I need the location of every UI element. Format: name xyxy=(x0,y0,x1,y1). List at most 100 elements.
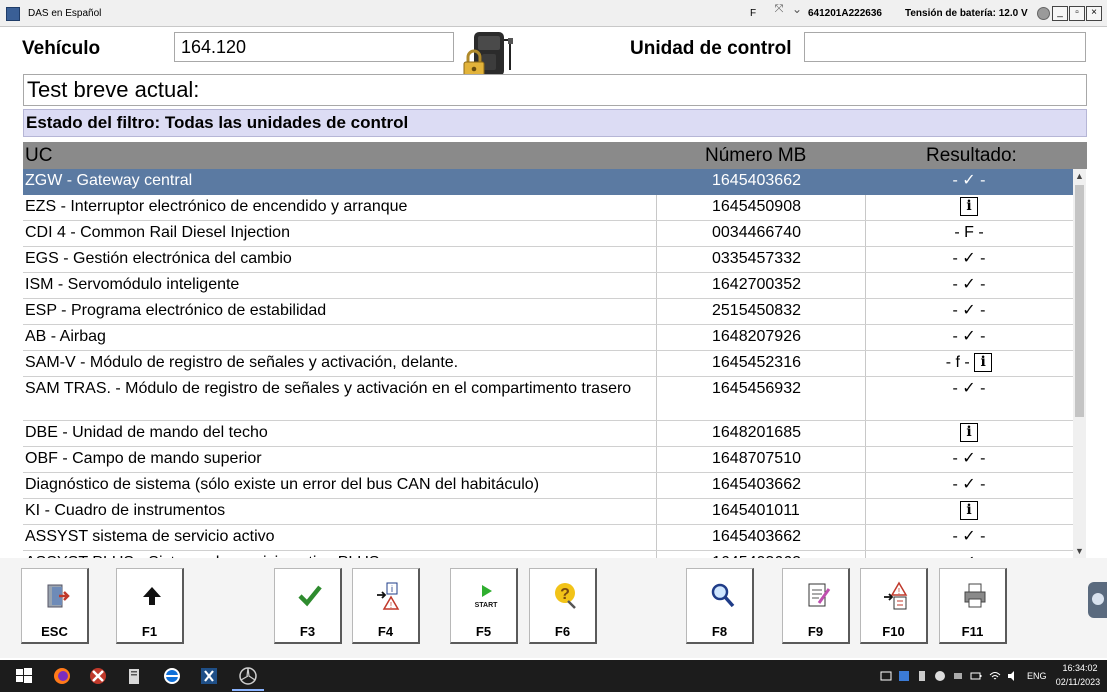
function-key-esc[interactable]: ESC xyxy=(21,568,89,644)
mb-number-text: 1645452316 xyxy=(712,354,801,371)
mb-number-text: 1645403662 xyxy=(712,172,801,189)
function-key-f11[interactable]: F11 xyxy=(939,568,1007,644)
tray-device-icon[interactable] xyxy=(916,670,928,682)
control-unit-field[interactable] xyxy=(804,32,1086,62)
firefox-icon[interactable] xyxy=(52,666,72,686)
table-row[interactable]: Diagnóstico de sistema (sólo existe un e… xyxy=(23,473,1073,499)
result-text: - ✓ - xyxy=(952,528,986,545)
teamviewer-icon[interactable] xyxy=(162,666,182,686)
table-row[interactable]: KI - Cuadro de instrumentos 1645401011 i xyxy=(23,499,1073,525)
minimize-button[interactable]: _ xyxy=(1052,6,1068,21)
table-row[interactable]: OBF - Campo de mando superior 1648707510 -… xyxy=(23,447,1073,473)
table-row[interactable]: SAM TRAS. - Módulo de registro de señale… xyxy=(23,377,1073,421)
result-cell: - f - i xyxy=(865,353,1073,373)
uc-name-cell: ISM - Servomódulo inteligente xyxy=(25,276,240,293)
uc-name-cell: ESP - Programa electrónico de estabilida… xyxy=(25,302,327,319)
mb-number-text: 1648201685 xyxy=(712,424,801,441)
info-icon[interactable]: i xyxy=(960,423,978,443)
uc-name-cell: AB - Airbag xyxy=(25,328,106,345)
windows-start-icon[interactable] xyxy=(14,666,34,686)
mercedes-star-icon[interactable] xyxy=(238,666,258,686)
clock-date[interactable]: 02/11/2023 xyxy=(1052,677,1104,687)
warning-document-icon: ! xyxy=(884,581,908,610)
result-text: - ✓ - xyxy=(952,302,986,319)
svg-text:i: i xyxy=(391,584,393,594)
notepad-app-icon[interactable] xyxy=(124,666,144,686)
language-indicator[interactable]: ENG xyxy=(1027,671,1047,681)
help-icon: ? xyxy=(555,583,576,609)
table-row[interactable]: ESP - Programa electrónico de estabilida… xyxy=(23,299,1073,325)
arrow-up-icon xyxy=(143,587,161,605)
table-row[interactable]: EGS - Gestión electrónica del cambio 0335… xyxy=(23,247,1073,273)
function-key-f5[interactable]: START F5 xyxy=(450,568,518,644)
maximize-button[interactable]: ▫ xyxy=(1069,6,1085,21)
tray-app-icon[interactable] xyxy=(898,670,910,682)
close-button[interactable]: × xyxy=(1086,6,1102,21)
table-row[interactable]: DBE - Unidad de mando del techo 164820168… xyxy=(23,421,1073,447)
table-header: UC Número MB Resultado: xyxy=(23,142,1087,169)
side-tab-icon xyxy=(1092,593,1104,605)
clock-time[interactable]: 16:34:02 xyxy=(1058,663,1102,673)
info-icon[interactable]: i xyxy=(974,353,993,373)
table-row[interactable]: CDI 4 - Common Rail Diesel Injection 0034… xyxy=(23,221,1073,247)
wifi-icon[interactable] xyxy=(989,670,1001,682)
side-panel-tab[interactable] xyxy=(1088,582,1107,618)
function-key-f10[interactable]: ! F10 xyxy=(860,568,928,644)
mb-number-text: 0335457332 xyxy=(712,250,801,267)
serial-number: 641201A222636 xyxy=(808,8,882,19)
result-text: - ✓ - xyxy=(952,172,986,189)
uc-name-cell: SAM-V - Módulo de registro de señales y … xyxy=(25,354,459,371)
function-key-f6[interactable]: ? F6 xyxy=(529,568,597,644)
vertical-scrollbar[interactable]: ▲ ▼ xyxy=(1073,169,1086,558)
tray-battery-icon[interactable] xyxy=(970,670,982,682)
info-icon[interactable]: i xyxy=(960,197,978,217)
scroll-thumb[interactable] xyxy=(1075,185,1084,417)
mb-number-text: 1642700352 xyxy=(712,276,801,293)
table-row[interactable]: ASSYST PLUS - Sistema de servicio activo… xyxy=(23,551,1073,558)
uc-name-cell: KI - Cuadro de instrumentos xyxy=(25,502,226,519)
function-key-f1[interactable]: F1 xyxy=(116,568,184,644)
table-row[interactable]: ZGW - Gateway central 1645403662 - ✓ - xyxy=(23,169,1073,195)
column-header-uc[interactable]: UC xyxy=(25,145,52,167)
function-key-f8[interactable]: F8 xyxy=(686,568,754,644)
uc-name-cell: CDI 4 - Common Rail Diesel Injection xyxy=(25,224,290,241)
tool-app-icon[interactable] xyxy=(88,666,108,686)
table-row[interactable]: SAM-V - Módulo de registro de señales y … xyxy=(23,351,1073,377)
column-header-result[interactable]: Resultado: xyxy=(926,145,1017,167)
expand-icon[interactable]: ⤧ xyxy=(772,3,786,17)
window-title: DAS en Español xyxy=(28,8,102,19)
title-fragment: F xyxy=(750,8,757,19)
tray-window-icon[interactable] xyxy=(880,670,892,682)
mb-number-text: 1645403662 xyxy=(712,476,801,493)
column-header-mb[interactable]: Número MB xyxy=(705,145,806,167)
vehicle-field[interactable]: 164.120 xyxy=(174,32,454,62)
table-row[interactable]: ASSYST sistema de servicio activo 1645403… xyxy=(23,525,1073,551)
filter-status: Estado del filtro: Todas las unidades de… xyxy=(23,109,1087,137)
table-row[interactable]: ISM - Servomódulo inteligente 1642700352 -… xyxy=(23,273,1073,299)
xentry-icon[interactable] xyxy=(199,666,219,686)
tray-usb-icon[interactable] xyxy=(952,670,964,682)
info-icon[interactable]: i xyxy=(960,501,978,521)
function-key-f4[interactable]: i! F4 xyxy=(352,568,420,644)
result-text: - ✓ - xyxy=(952,380,986,397)
checkmark-icon xyxy=(298,585,322,607)
scroll-up-icon[interactable]: ▲ xyxy=(1073,169,1086,183)
function-key-label: F1 xyxy=(141,624,158,639)
result-cell: - ✓ - xyxy=(865,301,1073,320)
function-key-f9[interactable]: F9 xyxy=(782,568,850,644)
mb-number-cell: 1645403662 xyxy=(656,473,866,498)
control-unit-table: ZGW - Gateway central 1645403662 - ✓ - EZS … xyxy=(23,169,1073,558)
tray-tool-icon[interactable] xyxy=(934,670,946,682)
volume-icon[interactable] xyxy=(1007,670,1019,682)
mb-number-cell: 1642700352 xyxy=(656,273,866,298)
table-row[interactable]: EZS - Interruptor electrónico de encendi… xyxy=(23,195,1073,221)
chevron-down-icon[interactable]: ⌄ xyxy=(790,2,804,16)
mb-number-text: 0034466740 xyxy=(712,224,801,241)
function-key-label: ESC xyxy=(41,624,68,639)
uc-name-cell: EZS - Interruptor electrónico de encendi… xyxy=(25,198,408,215)
scroll-down-icon[interactable]: ▼ xyxy=(1073,544,1086,558)
svg-text:START: START xyxy=(475,602,499,609)
svg-text:!: ! xyxy=(390,601,392,610)
function-key-f3[interactable]: F3 xyxy=(274,568,342,644)
table-row[interactable]: AB - Airbag 1648207926 - ✓ - xyxy=(23,325,1073,351)
